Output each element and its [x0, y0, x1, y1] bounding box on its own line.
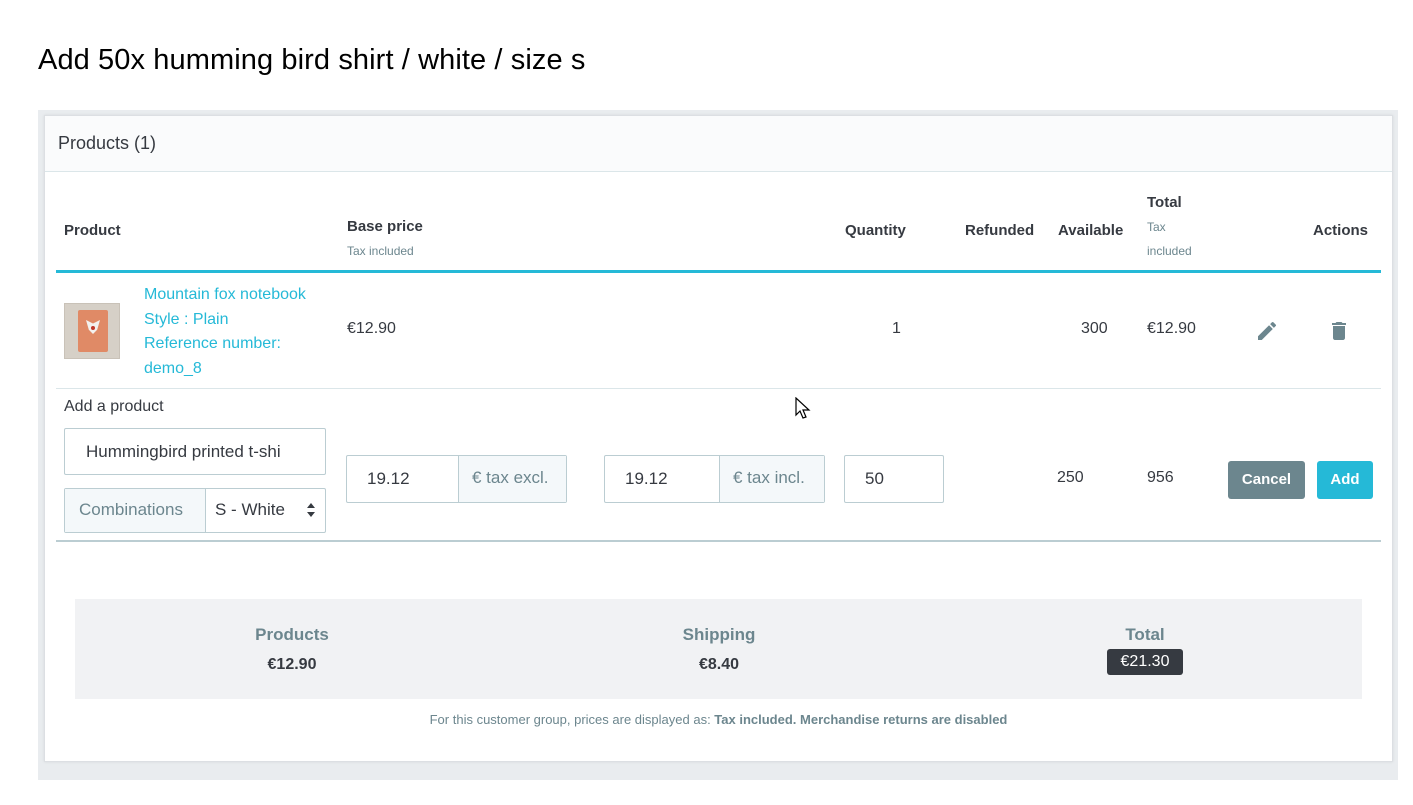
- summary-total-label: Total: [1125, 625, 1165, 644]
- cancel-button[interactable]: Cancel: [1228, 461, 1305, 499]
- page-heading: Add 50x humming bird shirt / white / siz…: [38, 44, 586, 76]
- col-available: Available: [1058, 222, 1124, 239]
- product-name[interactable]: Mountain fox notebook: [144, 283, 306, 308]
- mouse-cursor-icon: [795, 397, 811, 419]
- notebook-image: [78, 310, 108, 352]
- quantity-input[interactable]: 50: [844, 455, 944, 503]
- trash-icon: [1332, 322, 1346, 340]
- row-divider: [56, 388, 1381, 389]
- combination-selected: S - White: [215, 500, 285, 519]
- add-product-label: Add a product: [64, 398, 164, 415]
- col-total-sub-2: included: [1147, 244, 1192, 258]
- product-style: Style : Plain: [144, 310, 229, 328]
- table-header-rule: [56, 270, 1381, 273]
- tax-incl-addon-label: € tax incl.: [733, 468, 805, 487]
- price-tax-excl-value: 19.12: [367, 469, 410, 488]
- price-tax-incl-input[interactable]: 19.12 € tax incl.: [604, 455, 825, 503]
- pencil-icon: [1258, 321, 1277, 340]
- col-total: Total: [1147, 194, 1182, 211]
- tax-excl-addon: € tax excl.: [458, 456, 566, 502]
- summary-shipping-label: Shipping: [682, 625, 756, 644]
- summary-products-label: Products: [255, 625, 329, 644]
- row-base-price: €12.90: [347, 320, 396, 337]
- product-link[interactable]: Mountain fox notebook Style : Plain Refe…: [144, 283, 306, 381]
- product-search-value: Hummingbird printed t-shi: [86, 442, 281, 461]
- card-title: Products (1): [58, 133, 157, 153]
- add-available: 250: [1057, 469, 1084, 486]
- summary-products-value: €12.90: [267, 656, 317, 673]
- col-base-price-sub: Tax included: [347, 244, 414, 258]
- col-total-sub-1: Tax: [1147, 220, 1166, 234]
- col-product: Product: [64, 222, 121, 239]
- edit-button[interactable]: [1255, 319, 1279, 343]
- product-ref: demo_8: [144, 359, 202, 377]
- combinations-select[interactable]: Combinations S - White: [64, 488, 326, 533]
- summary-total-value: €21.30: [1107, 649, 1183, 675]
- product-search-input[interactable]: Hummingbird printed t-shi: [64, 428, 326, 475]
- col-quantity: Quantity: [845, 222, 906, 239]
- card-header: Products (1): [45, 116, 1392, 172]
- footnote-prefix: For this customer group, prices are disp…: [429, 712, 715, 727]
- tax-excl-addon-label: € tax excl.: [472, 468, 549, 487]
- quantity-value: 50: [865, 469, 884, 488]
- row-quantity: 1: [892, 320, 901, 337]
- col-refunded: Refunded: [965, 222, 1035, 239]
- delete-button[interactable]: [1327, 319, 1351, 343]
- col-base-price: Base price: [347, 218, 423, 235]
- summary-shipping-value: €8.40: [698, 656, 740, 673]
- select-arrows-icon: [307, 503, 315, 517]
- add-total: 956: [1147, 469, 1174, 486]
- product-thumbnail: [64, 303, 120, 359]
- pricing-footnote: For this customer group, prices are disp…: [0, 712, 1413, 727]
- combinations-label-box: Combinations: [65, 489, 206, 532]
- price-tax-incl-value: 19.12: [625, 469, 668, 488]
- footnote-bold: Tax included. Merchandise returns are di…: [714, 712, 1008, 727]
- tax-incl-addon: € tax incl.: [719, 456, 824, 502]
- add-row-divider: [56, 540, 1381, 542]
- row-total: €12.90: [1147, 320, 1196, 337]
- price-tax-excl-input[interactable]: 19.12 € tax excl.: [346, 455, 567, 503]
- product-ref-label: Reference number:: [144, 335, 281, 352]
- combinations-label: Combinations: [79, 500, 183, 519]
- col-actions: Actions: [1313, 222, 1369, 239]
- add-button[interactable]: Add: [1317, 461, 1373, 499]
- fox-graphic: [86, 320, 100, 334]
- row-available: 300: [1081, 320, 1108, 337]
